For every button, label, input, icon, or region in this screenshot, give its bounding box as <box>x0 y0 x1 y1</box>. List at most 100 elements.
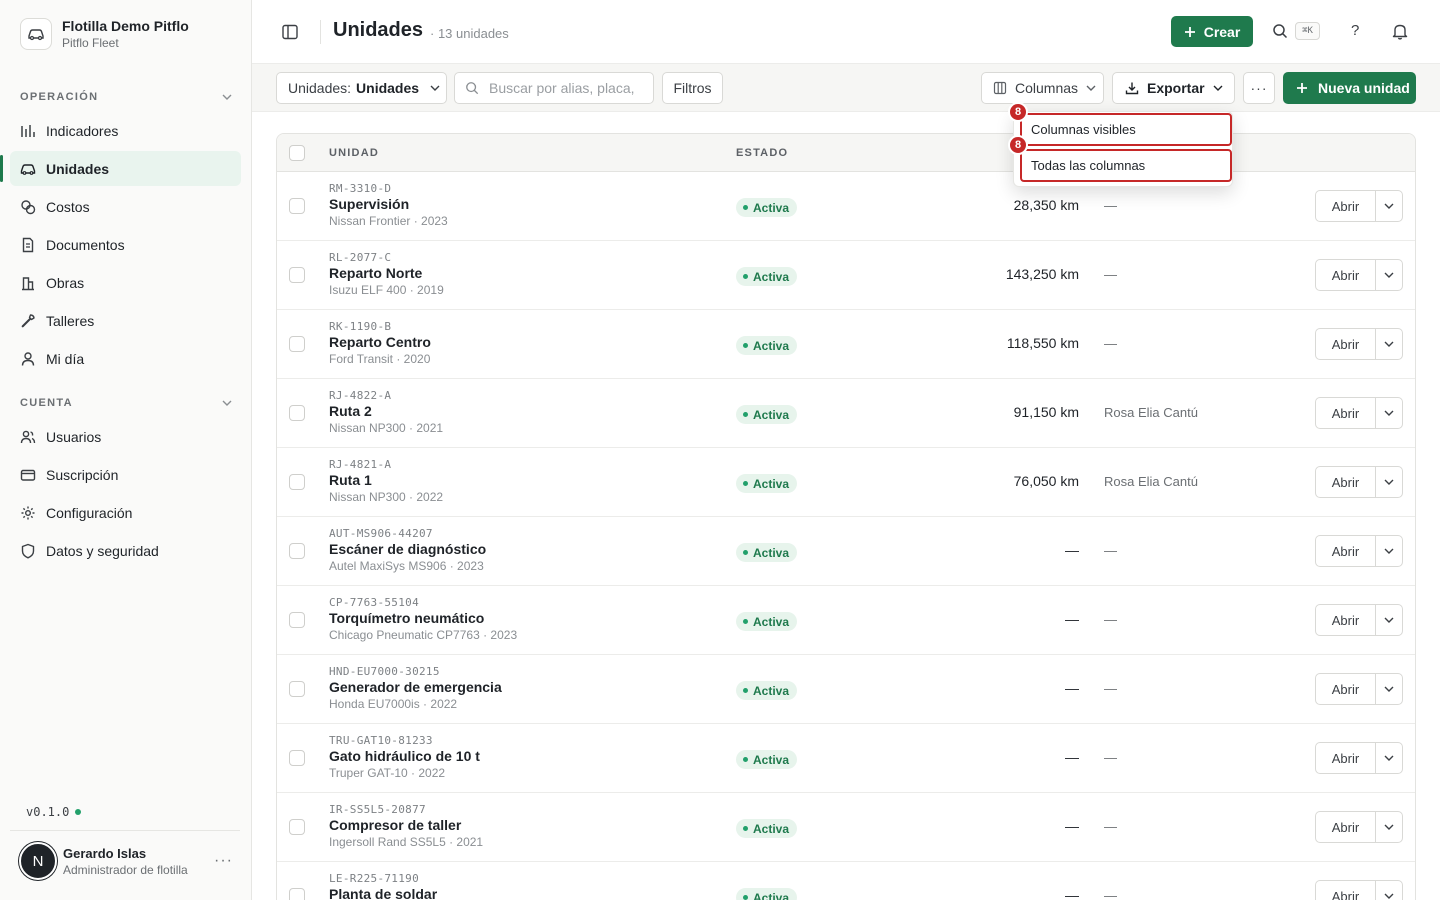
more-actions-button[interactable]: ··· <box>1243 72 1275 104</box>
sidebar-toggle-icon[interactable] <box>280 22 300 42</box>
row-actions-chevron-icon[interactable] <box>1376 536 1402 566</box>
unit-model: Nissan NP300 · 2021 <box>329 421 444 435</box>
row-checkbox[interactable] <box>289 543 305 559</box>
user-menu[interactable]: N Gerardo Islas Administrador de flotill… <box>19 842 241 880</box>
open-button[interactable]: Abrir <box>1316 260 1376 290</box>
driver-value: — <box>1104 336 1117 351</box>
open-button[interactable]: Abrir <box>1316 881 1376 900</box>
menu-item-visible-columns[interactable]: Columnas visibles <box>1020 113 1232 146</box>
table-row[interactable]: AUT-MS906-44207 Escáner de diagnóstico Aut… <box>277 517 1415 586</box>
sidebar-item-talleres[interactable]: Talleres <box>10 303 241 338</box>
open-button[interactable]: Abrir <box>1316 605 1376 635</box>
section-cuenta[interactable]: CUENTA <box>20 397 232 409</box>
unit-name[interactable]: Torquímetro neumático <box>329 610 484 626</box>
open-button[interactable]: Abrir <box>1316 812 1376 842</box>
status-dot-icon <box>743 412 748 417</box>
unit-name[interactable]: Compresor de taller <box>329 817 461 833</box>
open-button[interactable]: Abrir <box>1316 467 1376 497</box>
row-actions-chevron-icon[interactable] <box>1376 743 1402 773</box>
chevron-down-icon <box>222 94 232 100</box>
more-icon[interactable]: ··· <box>214 852 241 870</box>
sidebar-item-configuracion[interactable]: Configuración <box>10 495 241 530</box>
open-button[interactable]: Abrir <box>1316 743 1376 773</box>
row-actions-chevron-icon[interactable] <box>1376 329 1402 359</box>
open-button[interactable]: Abrir <box>1316 674 1376 704</box>
unit-name[interactable]: Reparto Norte <box>329 265 422 281</box>
row-actions-chevron-icon[interactable] <box>1376 398 1402 428</box>
row-checkbox[interactable] <box>289 336 305 352</box>
view-select[interactable]: Unidades: Unidades <box>276 72 447 104</box>
sidebar-item-mi-dia[interactable]: Mi día <box>10 341 241 376</box>
select-all-checkbox[interactable] <box>289 145 305 161</box>
table-row[interactable]: HND-EU7000-30215 Generador de emergencia H… <box>277 655 1415 724</box>
row-checkbox[interactable] <box>289 405 305 421</box>
open-button[interactable]: Abrir <box>1316 191 1376 221</box>
search-icon[interactable] <box>1272 23 1288 39</box>
table-row[interactable]: IR-SS5L5-20877 Compresor de taller Ingerso… <box>277 793 1415 862</box>
export-button[interactable]: Exportar <box>1112 72 1235 104</box>
row-checkbox[interactable] <box>289 750 305 766</box>
column-header-unidad[interactable]: UNIDAD <box>329 147 379 159</box>
row-checkbox[interactable] <box>289 612 305 628</box>
table-row[interactable]: RJ-4822-A Ruta 2 Nissan NP300 · 2021 Activa… <box>277 379 1415 448</box>
menu-item-label: Columnas visibles <box>1031 122 1136 137</box>
unit-name[interactable]: Ruta 1 <box>329 472 372 488</box>
table-row[interactable]: RJ-4821-A Ruta 1 Nissan NP300 · 2022 Activa… <box>277 448 1415 517</box>
sidebar-item-datos-y-seguridad[interactable]: Datos y seguridad <box>10 533 241 568</box>
row-checkbox[interactable] <box>289 198 305 214</box>
sidebar-item-usuarios[interactable]: Usuarios <box>10 419 241 454</box>
sidebar-item-costos[interactable]: Costos <box>10 189 241 224</box>
status-badge: Activa <box>736 543 798 562</box>
unit-name[interactable]: Reparto Centro <box>329 334 431 350</box>
table-row[interactable]: CP-7763-55104 Torquímetro neumático Chicag… <box>277 586 1415 655</box>
row-checkbox[interactable] <box>289 681 305 697</box>
org-switcher[interactable]: Flotilla Demo Pitflo Pitflo Fleet <box>20 18 189 50</box>
column-header-estado[interactable]: ESTADO <box>736 147 788 159</box>
unit-name[interactable]: Escáner de diagnóstico <box>329 541 486 557</box>
row-actions-chevron-icon[interactable] <box>1376 605 1402 635</box>
unit-name[interactable]: Supervisión <box>329 196 409 212</box>
unit-name[interactable]: Planta de soldar <box>329 886 437 900</box>
row-checkbox[interactable] <box>289 888 305 900</box>
row-actions-chevron-icon[interactable] <box>1376 260 1402 290</box>
table-row[interactable]: TRU-GAT10-81233 Gato hidráulico de 10 t Tr… <box>277 724 1415 793</box>
row-actions-chevron-icon[interactable] <box>1376 812 1402 842</box>
new-unit-button[interactable]: Nueva unidad <box>1283 72 1416 104</box>
unit-name[interactable]: Gato hidráulico de 10 t <box>329 748 480 764</box>
open-button[interactable]: Abrir <box>1316 398 1376 428</box>
sidebar-item-documentos[interactable]: Documentos <box>10 227 241 262</box>
table-row[interactable]: RK-1190-B Reparto Centro Ford Transit · 20… <box>277 310 1415 379</box>
sidebar-item-label: Indicadores <box>46 122 119 139</box>
odometer-value: — <box>1065 818 1079 834</box>
sidebar-item-indicadores[interactable]: Indicadores <box>10 113 241 148</box>
row-actions-chevron-icon[interactable] <box>1376 467 1402 497</box>
menu-item-all-columns[interactable]: Todas las columnas <box>1020 149 1232 182</box>
row-actions-chevron-icon[interactable] <box>1376 191 1402 221</box>
view-select-value: Unidades <box>356 80 420 96</box>
section-operacion[interactable]: OPERACIÓN <box>20 91 232 103</box>
help-icon[interactable]: ? <box>1351 22 1359 39</box>
create-button[interactable]: Crear <box>1171 16 1253 47</box>
table-row[interactable]: LE-R225-71190 Planta de soldar Activa — — Abr… <box>277 862 1415 900</box>
row-actions-chevron-icon[interactable] <box>1376 881 1402 900</box>
table-row[interactable]: RM-3310-D Supervisión Nissan Frontier · 20… <box>277 172 1415 241</box>
row-actions-chevron-icon[interactable] <box>1376 674 1402 704</box>
car-icon <box>20 161 36 177</box>
unit-name[interactable]: Generador de emergencia <box>329 679 502 695</box>
status-dot-icon <box>743 688 748 693</box>
page-title: Unidades <box>333 19 424 41</box>
bell-icon[interactable] <box>1392 23 1408 40</box>
open-button[interactable]: Abrir <box>1316 536 1376 566</box>
filters-button[interactable]: Filtros <box>662 72 723 104</box>
row-checkbox[interactable] <box>289 819 305 835</box>
sidebar-item-suscripcion[interactable]: Suscripción <box>10 457 241 492</box>
row-checkbox[interactable] <box>289 267 305 283</box>
columns-button[interactable]: Columnas <box>981 72 1104 104</box>
row-checkbox[interactable] <box>289 474 305 490</box>
search-input[interactable]: Buscar por alias, placa, <box>454 72 654 104</box>
sidebar-item-obras[interactable]: Obras <box>10 265 241 300</box>
unit-name[interactable]: Ruta 2 <box>329 403 372 419</box>
sidebar-item-unidades[interactable]: Unidades <box>0 151 241 186</box>
open-button[interactable]: Abrir <box>1316 329 1376 359</box>
table-row[interactable]: RL-2077-C Reparto Norte Isuzu ELF 400 · 20… <box>277 241 1415 310</box>
